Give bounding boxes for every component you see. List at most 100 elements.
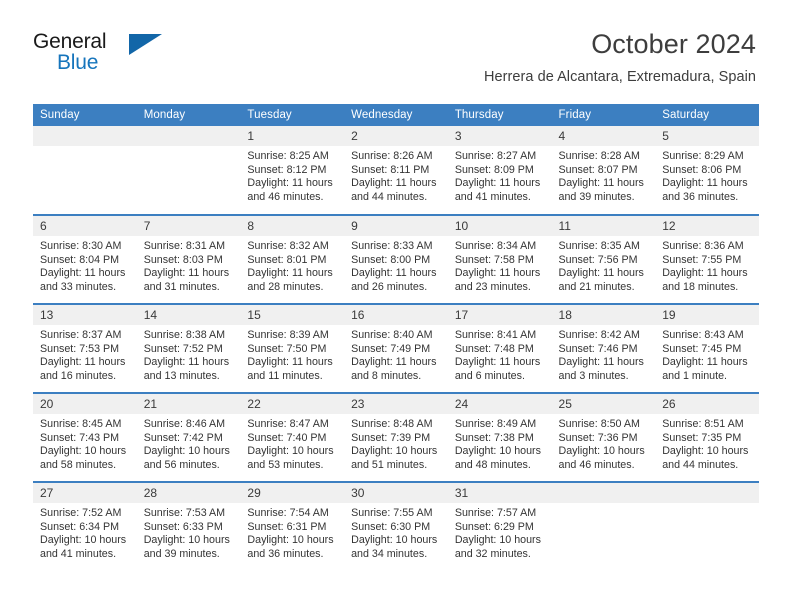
sunset-text: Sunset: 7:56 PM xyxy=(558,253,638,266)
day-info: Sunrise: 8:47 AM Sunset: 7:40 PM Daylight:… xyxy=(240,414,344,472)
day-number: 12 xyxy=(655,216,759,236)
day-info: Sunrise: 8:26 AM Sunset: 8:11 PM Daylight:… xyxy=(344,146,448,204)
sunrise-text: Sunrise: 7:54 AM xyxy=(247,507,329,519)
day-number: 8 xyxy=(240,216,345,236)
calendar-day-cell[interactable]: 8 Sunrise: 8:32 AM Sunset: 8:01 PM Daylight… xyxy=(240,214,345,304)
day-info: Sunrise: 8:39 AM Sunset: 7:50 PM Daylight:… xyxy=(240,325,344,383)
sunset-text: Sunset: 7:45 PM xyxy=(662,342,742,355)
calendar-week-row: 13 Sunrise: 8:37 AM Sunset: 7:53 PM Dayligh… xyxy=(33,303,759,393)
calendar-day-cell[interactable]: 28 Sunrise: 7:53 AM Sunset: 6:33 PM Dayligh… xyxy=(136,481,241,571)
sunset-text: Sunset: 8:03 PM xyxy=(143,253,223,266)
daylight-text: Daylight: 10 hours and 56 minutes. xyxy=(143,445,230,471)
weekday-header-row: Sunday Monday Tuesday Wednesday Thursday… xyxy=(33,104,759,126)
sunset-text: Sunset: 8:01 PM xyxy=(247,253,327,266)
daylight-text: Daylight: 11 hours and 3 minutes. xyxy=(558,356,644,382)
sunset-text: Sunset: 7:46 PM xyxy=(558,342,638,355)
brand-logo[interactable]: General Blue xyxy=(33,31,233,83)
day-number: 20 xyxy=(33,394,137,414)
calendar-day-cell[interactable]: 3 Sunrise: 8:27 AM Sunset: 8:09 PM Daylight… xyxy=(447,126,552,215)
day-info: Sunrise: 8:43 AM Sunset: 7:45 PM Daylight:… xyxy=(655,325,759,383)
daylight-text: Daylight: 11 hours and 36 minutes. xyxy=(662,177,748,203)
calendar-day-cell[interactable]: 5 Sunrise: 8:29 AM Sunset: 8:06 PM Daylight… xyxy=(655,126,759,215)
sunset-text: Sunset: 7:39 PM xyxy=(351,431,431,444)
calendar-day-cell[interactable]: 24 Sunrise: 8:49 AM Sunset: 7:38 PM Dayligh… xyxy=(447,392,552,482)
calendar-day-cell[interactable]: 9 Sunrise: 8:33 AM Sunset: 8:00 PM Daylight… xyxy=(344,214,448,304)
sunset-text: Sunset: 6:33 PM xyxy=(143,520,223,533)
calendar-day-cell[interactable]: 1 Sunrise: 8:25 AM Sunset: 8:12 PM Daylight… xyxy=(240,126,345,215)
day-info: Sunrise: 8:49 AM Sunset: 7:38 PM Daylight:… xyxy=(448,414,552,472)
daylight-text: Daylight: 11 hours and 39 minutes. xyxy=(558,177,644,203)
calendar-day-cell[interactable]: 10 Sunrise: 8:34 AM Sunset: 7:58 PM Dayligh… xyxy=(447,214,552,304)
calendar-day-cell[interactable]: 11 Sunrise: 8:35 AM Sunset: 7:56 PM Dayligh… xyxy=(551,214,656,304)
day-info: Sunrise: 8:28 AM Sunset: 8:07 PM Daylight:… xyxy=(552,146,656,204)
calendar-day-cell[interactable]: 30 Sunrise: 7:55 AM Sunset: 6:30 PM Dayligh… xyxy=(344,481,448,571)
day-number: 30 xyxy=(344,483,448,503)
calendar-day-cell[interactable]: 4 Sunrise: 8:28 AM Sunset: 8:07 PM Daylight… xyxy=(551,126,656,215)
day-info: Sunrise: 8:40 AM Sunset: 7:49 PM Daylight:… xyxy=(344,325,448,383)
sunrise-text: Sunrise: 8:50 AM xyxy=(558,418,640,430)
day-number: 11 xyxy=(551,216,656,236)
sunset-text: Sunset: 7:53 PM xyxy=(40,342,120,355)
daylight-text: Daylight: 10 hours and 44 minutes. xyxy=(662,445,749,471)
calendar-week-row: 1 Sunrise: 8:25 AM Sunset: 8:12 PM Daylight… xyxy=(33,126,759,215)
calendar-page: General Blue October 2024 Herrera de Alc… xyxy=(0,0,792,612)
sunrise-text: Sunrise: 8:27 AM xyxy=(454,150,537,162)
day-info: Sunrise: 8:36 AM Sunset: 7:55 PM Daylight:… xyxy=(655,236,759,294)
day-number: 1 xyxy=(240,126,345,146)
title-block: October 2024 Herrera de Alcantara, Extre… xyxy=(484,28,756,87)
calendar-day-cell[interactable]: 6 Sunrise: 8:30 AM Sunset: 8:04 PM Daylight… xyxy=(33,214,137,304)
day-info: Sunrise: 8:38 AM Sunset: 7:52 PM Daylight:… xyxy=(137,325,241,383)
sunrise-text: Sunrise: 8:26 AM xyxy=(351,150,433,162)
calendar-day-cell[interactable]: 26 Sunrise: 8:51 AM Sunset: 7:35 PM Dayligh… xyxy=(655,392,759,482)
calendar-day-cell[interactable]: 21 Sunrise: 8:46 AM Sunset: 7:42 PM Dayligh… xyxy=(136,392,241,482)
day-number: 27 xyxy=(33,483,137,503)
calendar-day-cell[interactable]: 27 Sunrise: 7:52 AM Sunset: 6:34 PM Dayligh… xyxy=(33,481,137,571)
day-info: Sunrise: 8:33 AM Sunset: 8:00 PM Daylight:… xyxy=(344,236,448,294)
sunrise-text: Sunrise: 8:31 AM xyxy=(143,240,226,252)
day-info: Sunrise: 8:30 AM Sunset: 8:04 PM Daylight:… xyxy=(33,236,137,294)
calendar-day-cell[interactable]: 19 Sunrise: 8:43 AM Sunset: 7:45 PM Dayligh… xyxy=(655,303,759,393)
daylight-text: Daylight: 11 hours and 33 minutes. xyxy=(40,267,126,293)
calendar-day-cell[interactable]: 12 Sunrise: 8:36 AM Sunset: 7:55 PM Dayligh… xyxy=(655,214,759,304)
sunset-text: Sunset: 7:52 PM xyxy=(143,342,223,355)
sunset-text: Sunset: 7:58 PM xyxy=(454,253,534,266)
daylight-text: Daylight: 10 hours and 58 minutes. xyxy=(40,445,127,471)
calendar-day-cell[interactable]: 17 Sunrise: 8:41 AM Sunset: 7:48 PM Dayligh… xyxy=(447,303,552,393)
day-number: 19 xyxy=(655,305,759,325)
daylight-text: Daylight: 10 hours and 51 minutes. xyxy=(351,445,438,471)
sunset-text: Sunset: 7:36 PM xyxy=(558,431,638,444)
calendar-day-cell[interactable]: 22 Sunrise: 8:47 AM Sunset: 7:40 PM Dayligh… xyxy=(240,392,345,482)
sunrise-text: Sunrise: 8:41 AM xyxy=(454,329,537,341)
calendar-day-cell[interactable]: 29 Sunrise: 7:54 AM Sunset: 6:31 PM Dayligh… xyxy=(240,481,345,571)
sunset-text: Sunset: 8:00 PM xyxy=(351,253,431,266)
calendar-day-cell[interactable]: 16 Sunrise: 8:40 AM Sunset: 7:49 PM Dayligh… xyxy=(344,303,448,393)
calendar-day-cell[interactable]: 13 Sunrise: 8:37 AM Sunset: 7:53 PM Dayligh… xyxy=(33,303,137,393)
calendar-day-cell[interactable]: 23 Sunrise: 8:48 AM Sunset: 7:39 PM Dayligh… xyxy=(344,392,448,482)
sunset-text: Sunset: 8:09 PM xyxy=(454,163,534,176)
page-header: General Blue October 2024 Herrera de Alc… xyxy=(0,0,792,85)
day-number xyxy=(551,483,656,503)
brand-triangle-icon xyxy=(129,34,162,55)
sunrise-text: Sunrise: 7:53 AM xyxy=(143,507,226,519)
sunrise-text: Sunrise: 8:33 AM xyxy=(351,240,433,252)
calendar-day-cell[interactable]: 7 Sunrise: 8:31 AM Sunset: 8:03 PM Daylight… xyxy=(136,214,241,304)
day-info: Sunrise: 8:37 AM Sunset: 7:53 PM Daylight:… xyxy=(33,325,137,383)
calendar-day-cell[interactable]: 2 Sunrise: 8:26 AM Sunset: 8:11 PM Daylight… xyxy=(344,126,448,215)
day-info: Sunrise: 7:55 AM Sunset: 6:30 PM Daylight:… xyxy=(344,503,448,561)
calendar-day-cell[interactable]: 18 Sunrise: 8:42 AM Sunset: 7:46 PM Dayligh… xyxy=(551,303,656,393)
calendar-body: 1 Sunrise: 8:25 AM Sunset: 8:12 PM Daylight… xyxy=(33,126,759,571)
sunset-text: Sunset: 7:50 PM xyxy=(247,342,327,355)
calendar-day-cell[interactable]: 20 Sunrise: 8:45 AM Sunset: 7:43 PM Dayligh… xyxy=(33,392,137,482)
sunset-text: Sunset: 7:35 PM xyxy=(662,431,742,444)
day-info: Sunrise: 8:48 AM Sunset: 7:39 PM Daylight:… xyxy=(344,414,448,472)
sunrise-text: Sunrise: 8:43 AM xyxy=(662,329,744,341)
sunrise-text: Sunrise: 8:32 AM xyxy=(247,240,329,252)
calendar-day-cell[interactable]: 31 Sunrise: 7:57 AM Sunset: 6:29 PM Dayligh… xyxy=(447,481,552,571)
calendar-day-cell[interactable]: 14 Sunrise: 8:38 AM Sunset: 7:52 PM Dayligh… xyxy=(136,303,241,393)
day-number: 4 xyxy=(551,126,656,146)
calendar-day-cell[interactable]: 25 Sunrise: 8:50 AM Sunset: 7:36 PM Dayligh… xyxy=(551,392,656,482)
calendar-day-cell[interactable]: 15 Sunrise: 8:39 AM Sunset: 7:50 PM Dayligh… xyxy=(240,303,345,393)
daylight-text: Daylight: 11 hours and 13 minutes. xyxy=(143,356,230,382)
daylight-text: Daylight: 10 hours and 53 minutes. xyxy=(247,445,334,471)
day-number: 18 xyxy=(551,305,656,325)
